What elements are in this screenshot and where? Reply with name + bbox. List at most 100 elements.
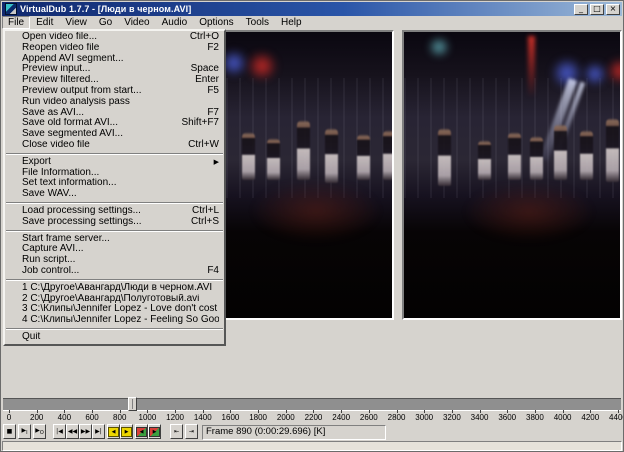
menu-item-start-frame-server[interactable]: Start frame server... [5,234,224,245]
menu-item-label: Export [22,157,210,168]
mark-in-button[interactable]: ⇤ [170,424,183,439]
menu-separator [6,202,223,204]
tick-label: 2000 [277,413,295,422]
tick-label: 3600 [498,413,516,422]
dancer-figure [297,120,310,180]
menu-item-label: Open video file... [22,32,182,43]
menu-item-preview-filtered[interactable]: Preview filtered...Enter [5,75,224,86]
dancer-figure [530,136,543,180]
next-scene-button-icon: ▶ [149,427,160,437]
menu-item-recent-file-2[interactable]: 2 C:\Другое\Авангард\Полуготовый.avi [5,294,224,305]
menu-item-label: Save processing settings... [22,217,183,228]
dancer-figure [438,128,451,186]
dancer-figure [383,130,394,180]
prev-scene-button-icon: ◀ [136,427,147,437]
tick-label: 0 [7,413,11,422]
menu-view[interactable]: View [59,16,93,29]
menu-item-shortcut: Shift+F7 [181,118,219,129]
menu-item-reopen-video-file[interactable]: Reopen video fileF2 [5,43,224,54]
menu-item-shortcut: F4 [207,266,219,277]
menu-item-save-processing-settings[interactable]: Save processing settings...Ctrl+S [5,217,224,228]
status-text: Frame 890 (0:00:29.696) [K] [206,426,325,437]
seek-thumb[interactable] [128,397,137,411]
tick-label: 2800 [388,413,406,422]
menu-item-save-wav[interactable]: Save WAV... [5,189,224,200]
tick-label: 200 [30,413,43,422]
mark-out-button-icon: ⇥ [189,428,194,435]
window-title: VirtualDub 1.7.7 - [Люди в черном.AVI] [20,4,191,14]
menu-item-recent-file-4[interactable]: 4 C:\Клипы\Jennifer Lopez - Feeling So G… [5,315,224,326]
menu-item-run-script[interactable]: Run script... [5,255,224,266]
menu-item-label: Run video analysis pass [22,97,219,108]
menu-tools[interactable]: Tools [240,16,275,29]
menu-item-label: Reopen video file [22,43,199,54]
bottom-strip [2,441,622,451]
tick-label: 1200 [166,413,184,422]
menu-item-run-video-analysis-pass[interactable]: Run video analysis pass [5,97,224,108]
menu-item-label: Append AVI segment... [22,54,219,65]
menu-item-quit[interactable]: Quit [5,332,224,343]
menu-edit[interactable]: Edit [30,16,59,29]
prev-keyframe-button-icon: ◀ [108,427,119,437]
tick-label: 2200 [305,413,323,422]
play-input-button[interactable]: ▶I [18,424,31,439]
menu-item-label: Preview input... [22,64,183,75]
goto-end-button[interactable]: ▶| [92,424,105,439]
menu-item-job-control[interactable]: Job control... F4 [5,266,224,277]
menu-item-capture-avi[interactable]: Capture AVI... [5,244,224,255]
menu-item-label: Job control... [22,266,199,277]
mark-out-button[interactable]: ⇥ [185,424,198,439]
minimize-button[interactable]: _ [574,4,588,15]
prev-keyframe-button[interactable]: ◀ [107,424,120,439]
next-scene-button[interactable]: ▶ [148,424,161,439]
goto-start-button[interactable]: |◀ [53,424,66,439]
stage-light [245,52,279,80]
menu-go[interactable]: Go [93,16,118,29]
menu-item-label: Save as AVI... [22,108,199,119]
next-keyframe-button[interactable]: ▶ [120,424,133,439]
menu-separator [6,328,223,330]
menu-item-label: Load processing settings... [22,206,184,217]
play-output-button-sub-label: O [40,430,44,436]
tick-label: 4200 [581,413,599,422]
menu-item-label: Save old format AVI... [22,118,173,129]
menu-help[interactable]: Help [275,16,308,29]
close-button[interactable]: × [606,4,620,15]
menu-item-label: Capture AVI... [22,244,219,255]
menu-options[interactable]: Options [193,16,239,29]
play-output-button[interactable]: ▶O [33,424,46,439]
titlebar-buttons: _ □ × [574,4,620,15]
output-video-pane [402,30,622,320]
dancer-figure [325,128,338,183]
menu-video[interactable]: Video [118,16,155,29]
tick-label: 3200 [443,413,461,422]
menu-item-label: Quit [22,332,219,343]
menu-item-shortcut: F5 [207,86,219,97]
restore-button[interactable]: □ [590,4,604,15]
menu-item-set-text-information[interactable]: Set text information... [5,178,224,189]
menu-separator [6,230,223,232]
stop-button[interactable]: ■ [3,424,16,439]
menu-item-label: Set text information... [22,178,219,189]
menu-audio[interactable]: Audio [156,16,194,29]
stage-light [464,182,594,242]
menu-item-recent-file-3[interactable]: 3 C:\Клипы\Jennifer Lopez - Love don't c… [5,304,224,315]
mark-in-button-icon: ⇤ [174,428,179,435]
menu-item-save-old-format-avi[interactable]: Save old format AVI... Shift+F7 [5,118,224,129]
prev-scene-button[interactable]: ◀ [135,424,148,439]
step-forward-button[interactable]: ▶▶ [79,424,92,439]
menu-item-recent-file-1[interactable]: 1 C:\Другое\Авангард\Люди в черном.AVI [5,283,224,294]
menu-item-preview-output-from-start[interactable]: Preview output from start...F5 [5,86,224,97]
menu-file[interactable]: File [2,16,30,29]
titlebar[interactable]: VirtualDub 1.7.7 - [Люди в черном.AVI] _… [2,2,622,16]
tick-label: 600 [85,413,98,422]
tick-label: 2400 [332,413,350,422]
menu-item-label: Run script... [22,255,219,266]
step-back-button[interactable]: ◀◀ [66,424,79,439]
menu-item-file-information[interactable]: File Information... [5,168,224,179]
menu-item-export[interactable]: Export▶ [5,157,224,168]
menu-item-close-video-file[interactable]: Close video fileCtrl+W [5,140,224,151]
menu-item-preview-input[interactable]: Preview input...Space [5,64,224,75]
menu-item-open-video-file[interactable]: Open video file...Ctrl+O [5,32,224,43]
seek-ticks: 0200400600800100012001400160018002000220… [1,410,624,423]
